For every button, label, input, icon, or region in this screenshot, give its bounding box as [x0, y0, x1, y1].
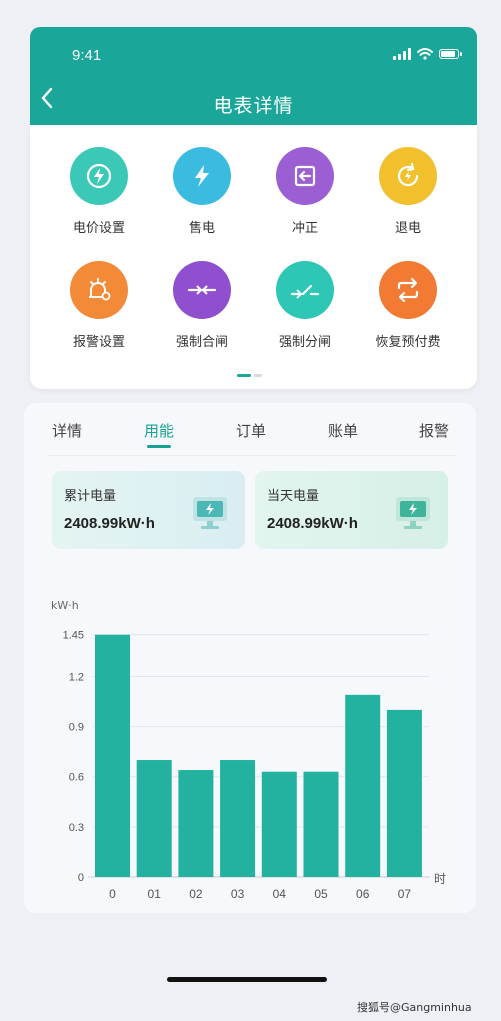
func-force-open[interactable]: 强制分闸 — [255, 261, 355, 350]
refund-icon — [379, 147, 437, 205]
bar — [178, 770, 214, 877]
tab-alarms[interactable]: 报警 — [419, 420, 449, 441]
bar — [95, 634, 130, 877]
stat-value: 2408.99kW·h — [64, 515, 155, 532]
x-tick-label: 07 — [398, 887, 412, 901]
page-indicator — [237, 374, 262, 377]
func-reverse[interactable]: 冲正 — [255, 147, 355, 236]
alarm-gear-icon — [70, 261, 128, 319]
cycle-icon — [379, 261, 437, 319]
stat-label: 累计电量 — [64, 489, 117, 504]
x-tick-label: 01 — [148, 887, 162, 901]
wifi-icon — [417, 48, 433, 60]
app-header: 9:41 电表详情 — [30, 27, 477, 125]
energy-bar-chart: 0 0.3 0.6 0.9 1.2 1.45 0 01 02 03 04 05 06 07 时 — [63, 630, 446, 901]
stat-label: 当天电量 — [267, 489, 320, 504]
bar — [303, 771, 339, 877]
func-label: 强制分闸 — [278, 335, 331, 350]
tab-orders[interactable]: 订单 — [236, 420, 266, 441]
stat-card-today: 当天电量 2408.99kW·h — [255, 471, 448, 549]
tab-energy[interactable]: 用能 — [144, 420, 174, 441]
bar — [386, 709, 422, 877]
x-axis-label: 时 — [434, 872, 446, 886]
x-tick-label: 04 — [273, 887, 287, 901]
bar — [261, 771, 297, 877]
chart-y-unit: kW·h — [51, 599, 79, 612]
bar — [136, 760, 172, 877]
func-refund[interactable]: 退电 — [358, 147, 458, 236]
y-tick-label: 0.3 — [69, 822, 84, 834]
func-label: 强制合闸 — [175, 335, 228, 350]
page-title: 电表详情 — [213, 95, 294, 117]
switch-open-icon — [276, 261, 334, 319]
function-grid: 电价设置 售电 冲正 退电 报警设置 强制合闸 强制分闸 恢复预付费 — [30, 125, 477, 389]
x-tick-label: 0 — [109, 887, 116, 901]
func-label: 冲正 — [291, 221, 318, 236]
func-alarm-setting[interactable]: 报警设置 — [49, 261, 149, 350]
y-tick-label: 1.45 — [63, 630, 84, 642]
switch-close-icon — [173, 261, 231, 319]
battery-icon — [439, 49, 462, 59]
tab-details[interactable]: 详情 — [52, 420, 82, 441]
x-tick-label: 06 — [356, 887, 370, 901]
home-indicator — [167, 977, 327, 982]
status-time: 9:41 — [72, 47, 102, 64]
func-label: 电价设置 — [72, 221, 125, 236]
func-label: 报警设置 — [72, 335, 125, 350]
x-tick-label: 05 — [314, 887, 328, 901]
stat-card-total: 累计电量 2408.99kW·h — [52, 471, 245, 549]
x-tick-label: 02 — [189, 887, 203, 901]
meter-icon — [396, 497, 430, 529]
stat-value: 2408.99kW·h — [267, 515, 358, 532]
func-restore-prepaid[interactable]: 恢复预付费 — [358, 261, 458, 350]
y-tick-label: 0.6 — [69, 772, 84, 784]
tab-divider — [48, 455, 456, 456]
func-label: 退电 — [394, 221, 421, 236]
active-tab-underline — [147, 445, 171, 448]
tab-bills[interactable]: 账单 — [328, 420, 358, 441]
meter-icon — [193, 497, 227, 529]
lightning-icon — [173, 147, 231, 205]
func-price-setting[interactable]: 电价设置 — [49, 147, 149, 236]
bar — [220, 760, 256, 877]
reverse-icon — [276, 147, 334, 205]
func-sell-power[interactable]: 售电 — [152, 147, 252, 236]
lightning-circle-icon — [70, 147, 128, 205]
func-force-close[interactable]: 强制合闸 — [152, 261, 252, 350]
func-label: 恢复预付费 — [375, 335, 441, 350]
bar — [345, 694, 381, 877]
energy-card: 详情 用能 订单 账单 报警 累计电量 2408.99kW·h 当天电量 240… — [24, 403, 476, 913]
y-tick-label: 1.2 — [69, 671, 84, 683]
x-tick-label: 03 — [231, 887, 245, 901]
status-icons — [393, 48, 462, 60]
watermark: 搜狐号@Gangminhua — [357, 1001, 472, 1014]
func-label: 售电 — [188, 221, 215, 236]
y-tick-label: 0 — [78, 872, 84, 884]
y-tick-label: 0.9 — [69, 722, 84, 734]
signal-icon — [393, 48, 411, 60]
